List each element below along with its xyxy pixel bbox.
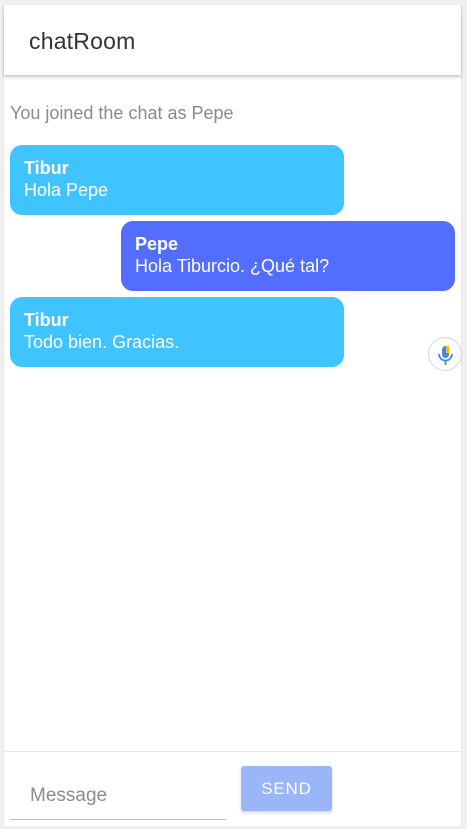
message-composer: SEND xyxy=(4,751,461,826)
message-bubble-outgoing: Pepe Hola Tiburcio. ¿Qué tal? xyxy=(121,221,455,291)
message-bubble-incoming: Tibur Todo bien. Gracias. xyxy=(10,297,344,367)
message-text: Hola Pepe xyxy=(24,180,109,200)
page-title: chatRoom xyxy=(29,28,136,54)
message-sender: Pepe xyxy=(135,234,179,254)
message-sender: Tibur xyxy=(24,158,69,178)
message-text: Hola Tiburcio. ¿Qué tal? xyxy=(135,256,330,276)
chat-window: chatRoom You joined the chat as Pepe Tib… xyxy=(3,5,462,826)
message-input[interactable] xyxy=(10,772,226,820)
message-bubble-incoming: Tibur Hola Pepe xyxy=(10,145,344,215)
microphone-icon[interactable] xyxy=(428,337,462,371)
message-text: Todo bien. Gracias. xyxy=(24,332,180,352)
app-header: chatRoom xyxy=(4,5,461,75)
send-button[interactable]: SEND xyxy=(241,766,332,811)
message-sender: Tibur xyxy=(24,310,69,330)
join-notice: You joined the chat as Pepe xyxy=(10,103,234,123)
